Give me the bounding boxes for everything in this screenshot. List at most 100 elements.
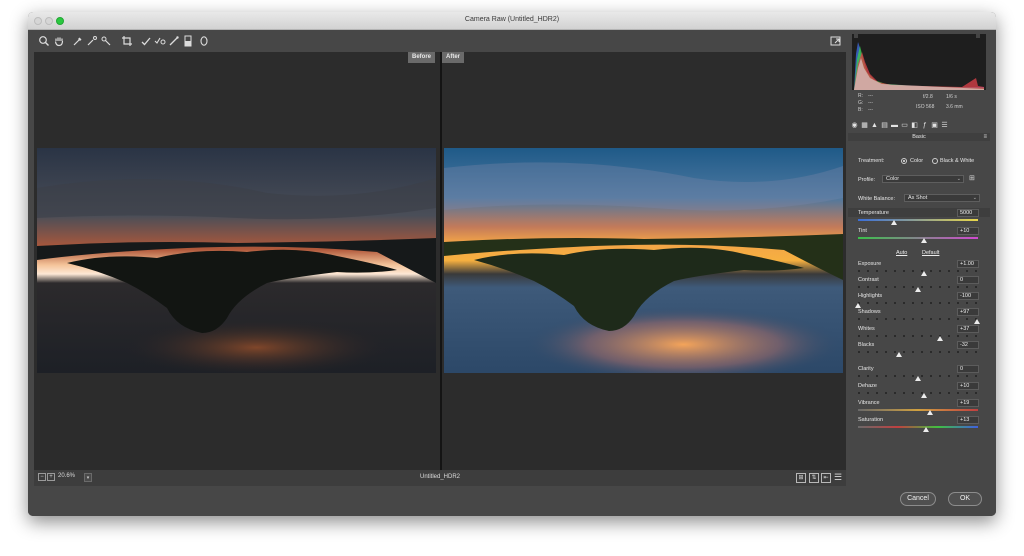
before-label[interactable]: Before — [408, 52, 436, 63]
preview-preferences-icon[interactable]: ☰ — [833, 473, 843, 483]
slider-thumb[interactable] — [927, 410, 933, 415]
slider-track[interactable] — [858, 409, 978, 411]
panel-menu-icon[interactable]: ≡ — [983, 133, 987, 141]
detail-tab-icon[interactable]: ▲ — [870, 121, 879, 130]
treatment-bw-radio[interactable] — [932, 158, 938, 164]
white-balance-icon[interactable] — [72, 35, 84, 47]
hand-icon[interactable] — [53, 35, 65, 47]
preview-area[interactable]: Before After — [34, 52, 846, 470]
shutter-value: 1/6 s — [946, 94, 957, 100]
section-header: Basic ≡ — [848, 133, 990, 141]
white-balance-label: White Balance: — [858, 196, 895, 202]
profile-label: Profile: — [858, 177, 876, 183]
treatment-color-label[interactable]: Color — [910, 158, 923, 164]
slider-label: Tint — [858, 228, 867, 234]
auto-link[interactable]: Auto — [896, 250, 907, 256]
b-value: --- — [868, 107, 873, 113]
split-divider — [440, 52, 442, 470]
slider-value-field[interactable]: -100 — [957, 292, 979, 300]
zoom-icon[interactable] — [38, 35, 50, 47]
slider-thumb[interactable] — [891, 220, 897, 225]
presets-tab-icon[interactable]: ☰ — [940, 121, 949, 130]
camera-raw-window: Camera Raw (Untitled_HDR2) Before After … — [28, 12, 996, 516]
slider-thumb[interactable] — [915, 287, 921, 292]
after-photo — [444, 148, 843, 373]
slider-value-field[interactable]: +1.00 — [957, 260, 979, 268]
slider-track[interactable] — [858, 426, 978, 428]
slider-value-field[interactable]: -32 — [957, 341, 979, 349]
default-link[interactable]: Default — [922, 250, 939, 256]
crop-icon[interactable] — [121, 35, 133, 47]
copy-settings-icon[interactable]: ⇤ — [821, 473, 831, 483]
dialog-footer: Cancel OK — [28, 486, 996, 516]
slider-track[interactable] — [858, 351, 978, 353]
slider-track[interactable] — [858, 237, 978, 239]
slider-thumb[interactable] — [921, 271, 927, 276]
slider-thumb[interactable] — [855, 303, 861, 308]
lens-tab-icon[interactable]: ▭ — [900, 121, 909, 130]
white-balance-select[interactable]: As Shot ⌄ — [904, 194, 980, 202]
chevron-down-icon: ⌄ — [972, 195, 977, 201]
effects-tab-icon[interactable]: ƒ — [920, 121, 929, 130]
slider-track[interactable] — [858, 302, 978, 304]
hsl-tab-icon[interactable]: ▤ — [880, 121, 889, 130]
section-title: Basic — [912, 134, 926, 140]
slider-track[interactable] — [858, 270, 978, 272]
red-eye-icon[interactable] — [168, 35, 180, 47]
transform-tab-icon[interactable]: ◧ — [910, 121, 919, 130]
spot-removal-icon[interactable] — [154, 35, 166, 47]
slider-value-field[interactable]: +13 — [957, 416, 979, 424]
b-label: B: — [858, 107, 863, 113]
adjustment-brush-icon[interactable] — [182, 35, 194, 47]
image-filename: Untitled_HDR2 — [419, 474, 461, 480]
slider-value-field[interactable]: 0 — [957, 365, 979, 373]
slider-label: Temperature — [858, 210, 889, 216]
slider-thumb[interactable] — [923, 427, 930, 432]
profile-select[interactable]: Color ⌄ — [882, 175, 964, 183]
iso-value: ISO 568 — [916, 104, 935, 110]
before-after-view-icon[interactable]: ⊞ — [796, 473, 806, 483]
slider-thumb[interactable] — [973, 319, 980, 324]
slider-value-field[interactable]: +10 — [957, 227, 979, 235]
chevron-down-icon: ⌄ — [956, 176, 961, 182]
slider-thumb[interactable] — [915, 376, 921, 381]
basic-tab-icon[interactable]: ◉ — [850, 121, 859, 130]
slider-track[interactable] — [858, 219, 978, 221]
slider-track[interactable] — [858, 392, 978, 394]
g-label: G: — [858, 100, 864, 106]
after-label[interactable]: After — [442, 52, 465, 63]
slider-value-field[interactable]: 0 — [957, 276, 979, 284]
slider-track[interactable] — [858, 318, 978, 320]
slider-thumb[interactable] — [921, 238, 927, 243]
r-label: R: — [858, 93, 863, 99]
slider-label: Exposure — [858, 261, 882, 267]
swap-settings-icon[interactable]: ⇅ — [809, 473, 819, 483]
slider-value-field[interactable]: +37 — [957, 325, 979, 333]
straighten-icon[interactable] — [140, 35, 152, 47]
before-photo — [37, 148, 436, 373]
status-bar: − + 20.6% ▾ Untitled_HDR2 ⊞ ⇅ ⇤ ☰ — [34, 470, 846, 486]
slider-value-field[interactable]: +19 — [957, 399, 979, 407]
slider-track[interactable] — [858, 335, 978, 337]
profile-browser-icon[interactable]: ⊞ — [969, 175, 978, 183]
radial-filter-icon[interactable] — [198, 35, 210, 47]
calibration-tab-icon[interactable]: ▣ — [930, 121, 939, 130]
slider-thumb[interactable] — [936, 336, 943, 341]
targeted-adjustment-icon[interactable] — [100, 35, 112, 47]
slider-label: Shadows — [858, 309, 881, 315]
fullscreen-toggle-icon[interactable] — [830, 35, 842, 47]
treatment-bw-label[interactable]: Black & White — [940, 158, 974, 164]
color-sampler-icon[interactable] — [86, 35, 98, 47]
slider-value-field[interactable]: 5000 — [957, 209, 979, 217]
slider-label: Blacks — [858, 342, 875, 348]
treatment-color-radio[interactable] — [901, 158, 907, 164]
slider-thumb[interactable] — [921, 393, 927, 398]
slider-thumb[interactable] — [895, 352, 902, 357]
tone-curve-tab-icon[interactable]: ▦ — [860, 121, 869, 130]
ok-button[interactable]: OK — [948, 492, 982, 506]
cancel-button[interactable]: Cancel — [900, 492, 936, 506]
histogram — [852, 34, 986, 90]
slider-value-field[interactable]: +97 — [957, 308, 979, 316]
slider-value-field[interactable]: +10 — [957, 382, 979, 390]
split-toning-tab-icon[interactable]: ▬ — [890, 121, 899, 130]
